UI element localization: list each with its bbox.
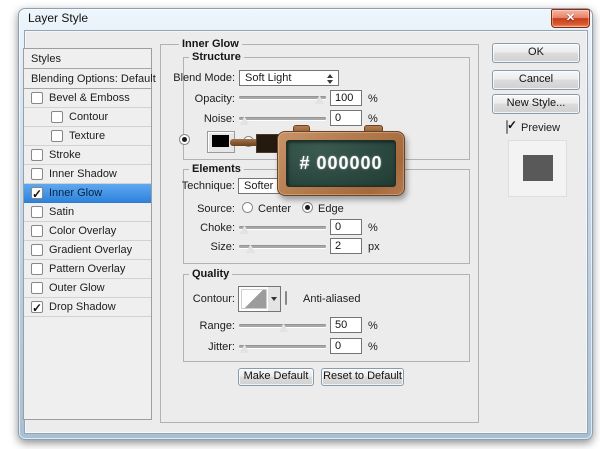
sidebar-item-texture[interactable]: Texture bbox=[24, 127, 151, 146]
range-label: Range: bbox=[160, 320, 235, 332]
source-center-radio[interactable] bbox=[242, 202, 253, 213]
chevron-down-icon bbox=[271, 297, 277, 301]
size-input[interactable] bbox=[330, 238, 362, 254]
new-style-button[interactable]: New Style... bbox=[492, 94, 580, 114]
chalkboard-surface: # 000000 bbox=[286, 140, 396, 187]
range-slider[interactable] bbox=[239, 321, 326, 333]
choke-slider[interactable] bbox=[239, 223, 326, 235]
size-label: Size: bbox=[160, 241, 235, 253]
inner-glow-checkbox[interactable]: ✓ bbox=[31, 187, 43, 199]
jitter-input[interactable] bbox=[330, 338, 362, 354]
gradient-overlay-checkbox[interactable] bbox=[31, 244, 43, 256]
blend-mode-spinner-icon bbox=[327, 74, 333, 84]
make-default-button[interactable]: Make Default bbox=[238, 368, 314, 386]
size-slider[interactable] bbox=[239, 242, 326, 254]
choke-unit: % bbox=[368, 222, 378, 234]
preview-label: Preview bbox=[521, 122, 560, 134]
jitter-label: Jitter: bbox=[160, 341, 235, 353]
noise-input[interactable] bbox=[330, 110, 362, 126]
styles-header: Styles bbox=[24, 49, 151, 69]
panel-title: Inner Glow bbox=[179, 38, 242, 50]
sidebar-item-pattern-overlay[interactable]: Pattern Overlay bbox=[24, 260, 151, 279]
blend-mode-label: Blend Mode: bbox=[160, 72, 235, 84]
close-icon: ✕ bbox=[566, 12, 575, 24]
size-unit: px bbox=[368, 241, 380, 253]
stroke-checkbox[interactable] bbox=[31, 149, 43, 161]
choke-input[interactable] bbox=[330, 219, 362, 235]
window-title: Layer Style bbox=[28, 11, 88, 25]
noise-label: Noise: bbox=[160, 113, 235, 125]
contour-label: Contour: bbox=[160, 293, 235, 305]
sidebar-item-color-overlay[interactable]: Color Overlay bbox=[24, 222, 151, 241]
range-input[interactable] bbox=[330, 317, 362, 333]
ok-button[interactable]: OK bbox=[492, 43, 580, 63]
sidebar-item-gradient-overlay[interactable]: Gradient Overlay bbox=[24, 241, 151, 260]
source-edge-radio[interactable] bbox=[302, 202, 313, 213]
noise-slider-track bbox=[239, 117, 326, 120]
jitter-slider-track bbox=[239, 345, 326, 348]
sidebar-item-drop-shadow[interactable]: ✓ Drop Shadow bbox=[24, 298, 151, 317]
sidebar-item-stroke[interactable]: Stroke bbox=[24, 146, 151, 165]
noise-slider[interactable] bbox=[239, 114, 326, 126]
contour-thumbnail-icon bbox=[241, 289, 267, 309]
close-button[interactable]: ✕ bbox=[551, 9, 590, 28]
titlebar[interactable] bbox=[19, 9, 592, 31]
cancel-button[interactable]: Cancel bbox=[492, 70, 580, 90]
hex-tooltip-chalkboard: # 000000 bbox=[277, 131, 405, 196]
sidebar-item-blending-options[interactable]: Blending Options: Default bbox=[24, 69, 151, 89]
structure-legend: Structure bbox=[189, 51, 244, 63]
preview-swatch bbox=[508, 140, 567, 197]
opacity-input[interactable] bbox=[330, 90, 362, 106]
choke-label: Choke: bbox=[160, 222, 235, 234]
technique-label: Technique: bbox=[160, 180, 235, 192]
choke-slider-track bbox=[239, 226, 326, 229]
sidebar-item-outer-glow[interactable]: Outer Glow bbox=[24, 279, 151, 298]
preview-swatch-inner bbox=[523, 155, 553, 181]
opacity-slider[interactable] bbox=[239, 93, 326, 105]
outer-glow-checkbox[interactable] bbox=[31, 282, 43, 294]
reset-to-default-button[interactable]: Reset to Default bbox=[321, 368, 404, 386]
anti-aliased-checkbox[interactable] bbox=[285, 291, 287, 305]
sidebar-item-bevel-emboss[interactable]: Bevel & Emboss bbox=[24, 89, 151, 108]
preview-checkbox[interactable]: ✓ bbox=[506, 120, 508, 134]
blend-mode-select[interactable]: Soft Light bbox=[239, 70, 339, 86]
quality-legend: Quality bbox=[189, 268, 232, 280]
sidebar-item-satin[interactable]: Satin bbox=[24, 203, 151, 222]
satin-checkbox[interactable] bbox=[31, 206, 43, 218]
jitter-unit: % bbox=[368, 341, 378, 353]
pattern-overlay-checkbox[interactable] bbox=[31, 263, 43, 275]
noise-unit: % bbox=[368, 113, 378, 125]
anti-aliased-label: Anti-aliased bbox=[303, 293, 360, 305]
source-edge-label: Edge bbox=[318, 203, 344, 215]
color-overlay-checkbox[interactable] bbox=[31, 225, 43, 237]
source-center-label: Center bbox=[258, 203, 291, 215]
chalk-pointer-block bbox=[256, 134, 279, 153]
opacity-label: Opacity: bbox=[160, 93, 235, 105]
contour-dropdown-button[interactable] bbox=[268, 286, 281, 312]
source-label: Source: bbox=[160, 203, 235, 215]
bevel-emboss-checkbox[interactable] bbox=[31, 92, 43, 104]
drop-shadow-checkbox[interactable]: ✓ bbox=[31, 301, 43, 313]
texture-checkbox[interactable] bbox=[51, 130, 63, 142]
styles-list: Styles Blending Options: Default Bevel &… bbox=[23, 48, 152, 420]
elements-legend: Elements bbox=[189, 163, 244, 175]
contour-checkbox[interactable] bbox=[51, 111, 63, 123]
range-unit: % bbox=[368, 320, 378, 332]
inner-shadow-checkbox[interactable] bbox=[31, 168, 43, 180]
jitter-slider[interactable] bbox=[239, 342, 326, 354]
glow-color-radio[interactable] bbox=[179, 134, 190, 145]
sidebar-item-contour[interactable]: Contour bbox=[24, 108, 151, 127]
opacity-unit: % bbox=[368, 93, 378, 105]
hex-value-text: # 000000 bbox=[299, 153, 382, 174]
opacity-slider-track bbox=[239, 96, 326, 99]
sidebar-item-inner-glow[interactable]: ✓ Inner Glow bbox=[24, 184, 151, 203]
glow-color-swatch bbox=[212, 135, 229, 147]
sidebar-item-inner-shadow[interactable]: Inner Shadow bbox=[24, 165, 151, 184]
contour-picker-button[interactable] bbox=[238, 286, 270, 312]
